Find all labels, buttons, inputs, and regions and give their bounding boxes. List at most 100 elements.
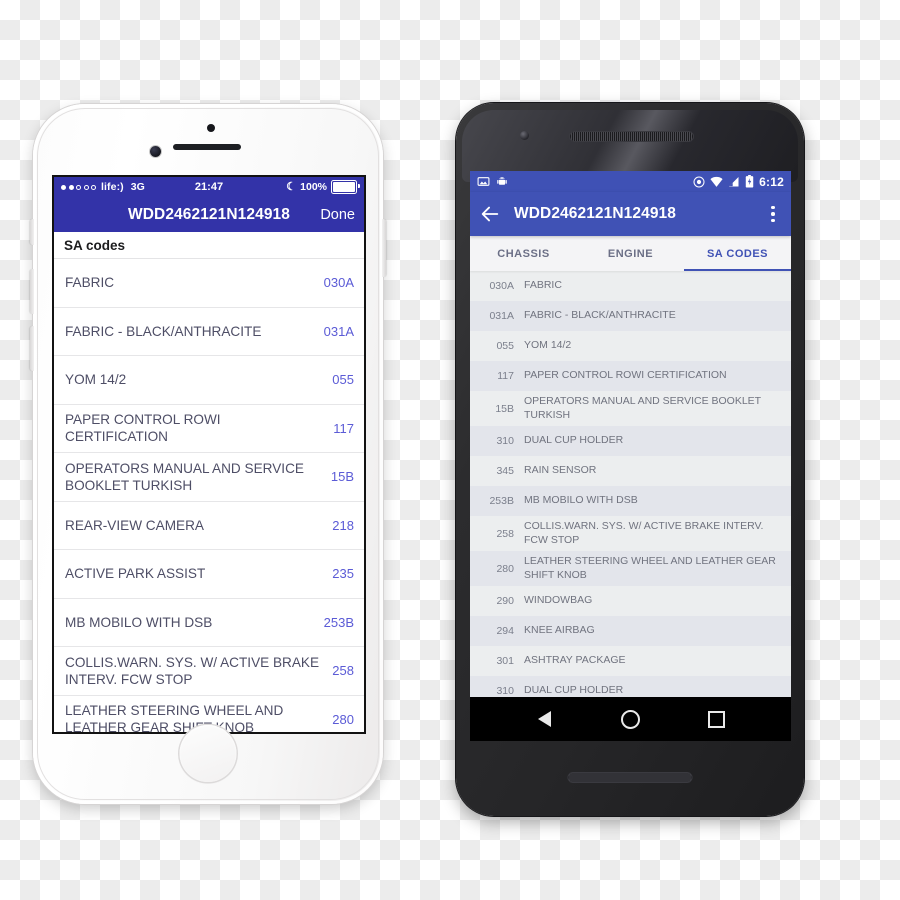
- battery-icon: [745, 175, 754, 188]
- android-list-item-code: 055: [496, 340, 514, 352]
- home-circle-icon[interactable]: [619, 708, 641, 730]
- android-list-item-code: 253B: [489, 495, 514, 507]
- ios-list-item-label: FABRIC - BLACK/ANTHRACITE: [65, 323, 262, 339]
- android-list-item-code: 258: [496, 527, 514, 540]
- ios-list-item-label: MB MOBILO WITH DSB: [65, 614, 213, 630]
- ios-list-item-code: 055: [332, 372, 354, 388]
- android-list-item-label: YOM 14/2: [524, 339, 572, 352]
- android-list-item[interactable]: 280 LEATHER STEERING WHEEL AND LEATHER GE…: [470, 551, 791, 586]
- ios-done-button[interactable]: Done: [320, 207, 355, 223]
- android-list-item-code: 15B: [495, 402, 514, 415]
- android-list-item-label: OPERATORS MANUAL AND SERVICE BOOKLET TUR…: [524, 395, 761, 421]
- ios-section-header: SA codes: [54, 232, 364, 259]
- ios-status-right: ☾ 100%: [286, 180, 360, 194]
- location-icon: [693, 176, 705, 187]
- iphone-screen: life:) 3G 21:47 ☾ 100% WDD2462121N124918…: [54, 177, 364, 732]
- ios-list-item-code: 253B: [323, 614, 354, 630]
- android-device: 6:12 WDD2462121N124918 CHASSIS ENGINE SA C…: [456, 103, 804, 816]
- android-list-item[interactable]: 253B MB MOBILO WITH DSB: [470, 486, 791, 516]
- android-list-item[interactable]: 117 PAPER CONTROL ROWI CERTIFICATION: [470, 361, 791, 391]
- android-list-item-code: 030A: [489, 280, 514, 292]
- tab-chassis[interactable]: CHASSIS: [470, 236, 577, 271]
- ios-list-item-code: 15B: [330, 469, 354, 485]
- ios-list-item[interactable]: PAPER CONTROL ROWI CERTIFICATION 117: [54, 405, 364, 453]
- ios-list-item[interactable]: FABRIC 030A: [54, 259, 364, 308]
- android-status-right: 6:12: [693, 175, 784, 189]
- android-list-item[interactable]: 310 DUAL CUP HOLDER: [470, 426, 791, 456]
- ios-list-item-code: 258: [332, 663, 354, 679]
- android-list-item-label: ASHTRAY PACKAGE: [524, 654, 626, 667]
- android-bottom-speaker: [567, 772, 693, 783]
- back-triangle-icon[interactable]: [534, 708, 556, 730]
- iphone-volume-up-button[interactable]: [30, 269, 34, 314]
- android-list-item-code: 310: [496, 435, 514, 447]
- ios-battery-percent: 100%: [300, 181, 327, 193]
- iphone-power-button[interactable]: [382, 219, 386, 277]
- ios-list-item[interactable]: FABRIC - BLACK/ANTHRACITE 031A: [54, 308, 364, 356]
- ios-list-item-label: COLLIS.WARN. SYS. W/ ACTIVE BRAKE INTERV…: [65, 654, 320, 687]
- android-list-item-code: 290: [496, 595, 514, 607]
- iphone-earpiece-speaker: [173, 144, 241, 150]
- tab-sa-codes[interactable]: SA CODES: [684, 236, 791, 271]
- android-list-item[interactable]: 055 YOM 14/2: [470, 331, 791, 361]
- ios-list-item[interactable]: ACTIVE PARK ASSIST 235: [54, 550, 364, 599]
- ios-list-item[interactable]: OPERATORS MANUAL AND SERVICE BOOKLET TUR…: [54, 453, 364, 502]
- iphone-silent-switch[interactable]: [30, 219, 34, 245]
- android-list-item-label: DUAL CUP HOLDER: [524, 684, 624, 697]
- android-list-item-label: KNEE AIRBAG: [524, 624, 595, 637]
- ios-list-item-label: FABRIC: [65, 275, 115, 291]
- back-arrow-icon[interactable]: [479, 203, 501, 225]
- ios-list-item-code: 117: [333, 420, 354, 436]
- android-status-left: [477, 175, 508, 188]
- image-icon: [477, 177, 490, 186]
- android-list-item-label: FABRIC: [524, 279, 562, 292]
- android-list-item-label: LEATHER STEERING WHEEL AND LEATHER GEAR …: [524, 555, 776, 581]
- ios-list-item-code: 031A: [323, 323, 354, 339]
- ios-nav-bar: WDD2462121N124918 Done: [54, 197, 364, 232]
- ios-list-item[interactable]: MB MOBILO WITH DSB 253B: [54, 599, 364, 647]
- iphone-volume-down-button[interactable]: [30, 326, 34, 371]
- ios-status-bar: life:) 3G 21:47 ☾ 100%: [54, 177, 364, 197]
- tab-engine[interactable]: ENGINE: [577, 236, 684, 271]
- iphone-home-button[interactable]: [179, 725, 237, 782]
- ios-sa-codes-list[interactable]: FABRIC 030A FABRIC - BLACK/ANTHRACITE 031A Y…: [54, 259, 364, 732]
- battery-icon: [331, 180, 360, 194]
- android-screen: 6:12 WDD2462121N124918 CHASSIS ENGINE SA C…: [470, 171, 791, 741]
- ios-list-item[interactable]: REAR-VIEW CAMERA 218: [54, 502, 364, 550]
- ios-list-item-label: PAPER CONTROL ROWI CERTIFICATION: [65, 412, 221, 445]
- android-clock: 6:12: [759, 174, 784, 189]
- android-list-item[interactable]: 294 KNEE AIRBAG: [470, 616, 791, 646]
- android-list-item[interactable]: 310 DUAL CUP HOLDER: [470, 676, 791, 697]
- cellular-signal-icon: [729, 176, 739, 186]
- android-list-item[interactable]: 031A FABRIC - BLACK/ANTHRACITE: [470, 301, 791, 331]
- ios-list-item-label: OPERATORS MANUAL AND SERVICE BOOKLET TUR…: [65, 460, 304, 493]
- android-list-item-label: COLLIS.WARN. SYS. W/ ACTIVE BRAKE INTERV…: [524, 520, 764, 546]
- android-list-item[interactable]: 290 WINDOWBAG: [470, 586, 791, 616]
- bluetooth-icon: ☾: [286, 180, 297, 193]
- ios-list-item-code: 280: [332, 711, 354, 727]
- android-list-item-code: 280: [496, 562, 514, 575]
- android-list-item[interactable]: 345 RAIN SENSOR: [470, 456, 791, 486]
- android-list-item[interactable]: 301 ASHTRAY PACKAGE: [470, 646, 791, 676]
- android-sa-codes-list[interactable]: 030A FABRIC 031A FABRIC - BLACK/ANTHRACITE 0…: [470, 271, 791, 697]
- android-app-bar: WDD2462121N124918: [470, 192, 791, 236]
- iphone-front-camera-icon: [150, 146, 161, 157]
- android-list-item-code: 294: [496, 625, 514, 637]
- android-list-item[interactable]: 258 COLLIS.WARN. SYS. W/ ACTIVE BRAKE INT…: [470, 516, 791, 551]
- ios-list-item[interactable]: COLLIS.WARN. SYS. W/ ACTIVE BRAKE INTERV…: [54, 647, 364, 696]
- ios-list-item-code: 030A: [323, 275, 354, 291]
- overflow-menu-icon[interactable]: [764, 205, 782, 223]
- android-list-item-code: 301: [496, 655, 514, 667]
- iphone-proximity-sensor-icon: [207, 124, 215, 132]
- android-list-item[interactable]: 15B OPERATORS MANUAL AND SERVICE BOOKLET …: [470, 391, 791, 426]
- android-list-item[interactable]: 030A FABRIC: [470, 271, 791, 301]
- ios-list-item-code: 235: [332, 566, 354, 582]
- android-earpiece-speaker: [569, 131, 694, 142]
- ios-nav-title: WDD2462121N124918: [128, 205, 290, 223]
- recents-square-icon[interactable]: [705, 708, 727, 730]
- android-list-item-code: 345: [496, 465, 514, 477]
- android-app-title: WDD2462121N124918: [514, 205, 676, 222]
- ios-list-item[interactable]: YOM 14/2 055: [54, 356, 364, 405]
- android-list-item-label: FABRIC - BLACK/ANTHRACITE: [524, 309, 676, 322]
- android-tab-bar[interactable]: CHASSIS ENGINE SA CODES: [470, 236, 791, 271]
